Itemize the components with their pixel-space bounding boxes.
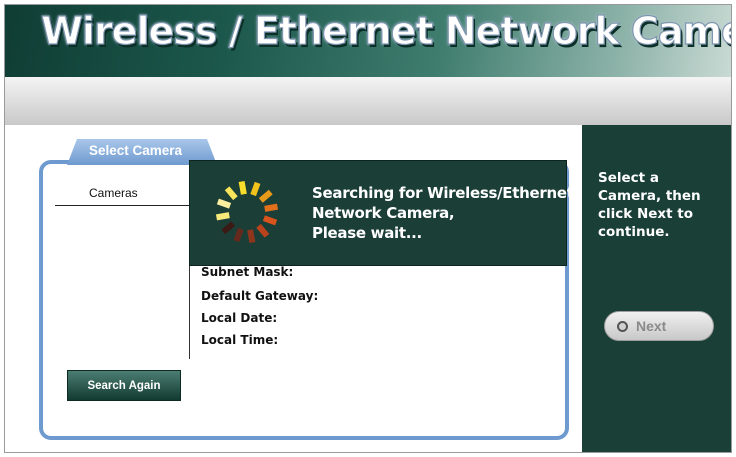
app-window: Wireless / Ethernet Network Camera Selec… (4, 4, 732, 453)
cameras-header-divider (55, 205, 190, 206)
searching-message-line1: Searching for Wireless/Ethernet (312, 184, 574, 202)
subnet-mask-label: Subnet Mask: (201, 265, 294, 279)
local-date-label: Local Date: (201, 311, 278, 325)
searching-message: Searching for Wireless/Ethernet Network … (312, 183, 574, 243)
instruction-sidebar: Select a Camera, then click Next to cont… (582, 125, 731, 452)
next-button[interactable]: Next (604, 311, 714, 341)
loading-spinner-icon (212, 175, 282, 254)
next-button-label: Next (636, 318, 667, 334)
search-again-button[interactable]: Search Again (67, 370, 181, 401)
searching-message-line2: Network Camera, (312, 204, 455, 222)
header-banner: Wireless / Ethernet Network Camera (5, 5, 731, 77)
searching-dialog: Searching for Wireless/Ethernet Network … (189, 160, 574, 266)
radio-dot-icon (617, 320, 628, 332)
default-gateway-label: Default Gateway: (201, 289, 319, 303)
local-time-label: Local Time: (201, 333, 279, 347)
toolbar-band (5, 77, 731, 125)
app-title: Wireless / Ethernet Network Camera (40, 8, 732, 53)
tab-select-camera-label: Select Camera (89, 143, 183, 158)
cameras-column-header: Cameras (89, 186, 138, 200)
instruction-text: Select a Camera, then click Next to cont… (598, 170, 701, 240)
searching-message-line3: Please wait... (312, 224, 422, 242)
